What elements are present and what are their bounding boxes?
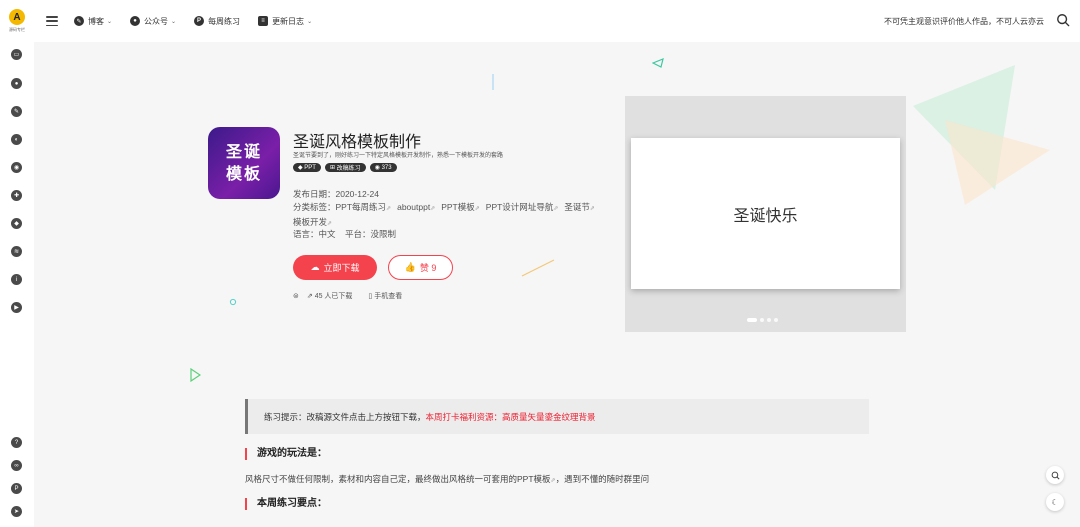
nav-label: 公众号 xyxy=(144,16,169,26)
triangle-decoration-icon xyxy=(190,368,201,382)
tag-link[interactable]: PPT设计网址导航⇗ xyxy=(486,202,559,212)
globe-icon[interactable]: ◐ xyxy=(11,134,22,145)
menu-toggle-icon[interactable] xyxy=(46,16,58,26)
platform: 平台：没限制 xyxy=(344,229,396,239)
section-text: 风格尺寸不做任何限制，素材和内容自己定，最终做出风格统一可套用的PPT模板⇗，遇… xyxy=(245,474,650,484)
search-float-button[interactable] xyxy=(1046,466,1064,484)
carousel-dot[interactable] xyxy=(767,318,771,322)
link-icon[interactable]: ∞ xyxy=(11,460,22,471)
section-title: 游戏的玩法是： xyxy=(245,448,327,460)
target-icon[interactable]: ◉ xyxy=(11,162,22,173)
send-icon[interactable]: ➤ xyxy=(11,506,22,517)
carousel-dot[interactable] xyxy=(774,318,778,322)
carousel-dot[interactable] xyxy=(747,318,757,322)
coin-icon: ⊜ xyxy=(293,293,299,300)
left-sidebar: ▭ ● ✎ ◐ ◉ ✚ ◆ ≋ i ▶ ? ∞ P ➤ xyxy=(0,42,34,527)
download-count: ⇗ 45 人已下载 xyxy=(306,293,353,300)
logo-mark-icon: A xyxy=(9,9,25,25)
tip-link[interactable]: 本周打卡福利资源：高质量矢量鎏金纹理背景 xyxy=(426,411,596,423)
search-icon xyxy=(1051,471,1060,480)
triangle-decoration-icon xyxy=(652,58,664,68)
pen-icon: ✎ xyxy=(74,16,84,26)
top-header: A 源码专栏 ✎ 博客 ⌄ ● 公众号 ⌄ P 每周练习 ≡ 更新日志 ⌄ 不可… xyxy=(0,0,1080,42)
site-logo[interactable]: A 源码专栏 xyxy=(0,0,34,42)
product-cover-image: 圣诞 模板 xyxy=(208,127,280,199)
info-icon[interactable]: i xyxy=(11,274,22,285)
download-button[interactable]: ☁ 立即下载 xyxy=(293,255,377,280)
like-button[interactable]: 👍 赞 9 xyxy=(388,255,453,280)
carousel-dots xyxy=(747,318,781,322)
language: 语言：中文 xyxy=(293,229,336,239)
line-decoration-icon xyxy=(521,259,555,277)
home-icon[interactable]: ▭ xyxy=(11,49,22,60)
cloud-download-icon: ☁ xyxy=(310,262,320,272)
tag-link[interactable]: 圣诞节⇗ xyxy=(564,202,595,212)
category-tags: 分类标签：PPT每周练习⇗ aboutppt⇗ PPT模板⇗ PPT设计网址导航⇗ 圣诞… xyxy=(293,202,595,227)
search-icon[interactable] xyxy=(1056,13,1070,27)
product-badges: ◆ PPT ⊞ 改稿练习 ◉ 373 xyxy=(293,163,401,172)
tag-link[interactable]: PPT模板⇗ xyxy=(441,202,480,212)
help-icon[interactable]: ? xyxy=(11,437,22,448)
moon-icon: ☾ xyxy=(1051,497,1059,507)
chevron-down-icon: ⌄ xyxy=(171,18,177,25)
badge-practice: ⊞ 改稿练习 xyxy=(324,163,366,172)
tag-link[interactable]: 模板开发⇗ xyxy=(293,217,332,227)
nav-item-blog[interactable]: ✎ 博客 ⌄ xyxy=(74,16,112,27)
shield-icon[interactable]: ◆ xyxy=(11,218,22,229)
product-description: 圣诞节要到了，刚好练习一下特定风格模板开发制作，熟悉一下模板开发的套路 xyxy=(293,153,504,159)
nav-item-weekly-practice[interactable]: P 每周练习 xyxy=(194,16,240,27)
page-title: 圣诞风格模板制作 xyxy=(293,134,422,151)
preview-slide: 圣诞快乐 xyxy=(631,138,900,289)
user-icon[interactable]: ● xyxy=(11,78,22,89)
log-icon: ≡ xyxy=(258,16,269,26)
triangle-decoration-icon xyxy=(913,65,1050,205)
cover-text: 圣诞 模板 xyxy=(225,142,262,183)
header-slogan: 不可凭主观意识评价他人作品，不可人云亦云 xyxy=(884,17,1044,26)
line-decoration-icon xyxy=(492,74,494,90)
dark-mode-toggle[interactable]: ☾ xyxy=(1046,493,1064,511)
tag-link[interactable]: PPT每周练习⇗ xyxy=(336,202,392,212)
logo-text: 源码专栏 xyxy=(9,27,25,32)
video-icon[interactable]: ▶ xyxy=(11,302,22,313)
language-platform: 语言：中文 平台：没限制 xyxy=(293,228,603,241)
preview-carousel[interactable]: 圣诞快乐 xyxy=(625,96,906,332)
section-title: 本周练习要点： xyxy=(245,498,327,510)
nav-item-changelog[interactable]: ≡ 更新日志 ⌄ xyxy=(258,16,312,27)
thumbs-up-icon: 👍 xyxy=(404,262,416,272)
tag-link[interactable]: aboutppt⇗ xyxy=(397,202,435,212)
nav-label: 博客 xyxy=(88,16,104,26)
chevron-down-icon: ⌄ xyxy=(307,18,313,25)
chevron-down-icon: ⌄ xyxy=(107,18,113,25)
layers-icon[interactable]: ≋ xyxy=(11,246,22,257)
main-nav: ✎ 博客 ⌄ ● 公众号 ⌄ P 每周练习 ≡ 更新日志 ⌄ xyxy=(74,16,330,27)
carousel-dot[interactable] xyxy=(760,318,764,322)
practice-tip: 练习提示：改稿源文件点击上方按钮下载， 本周打卡福利资源：高质量矢量鎏金纹理背景 xyxy=(245,399,869,434)
nav-label: 每周练习 xyxy=(208,16,241,26)
pen-icon[interactable]: ✎ xyxy=(11,106,22,117)
p-icon: P xyxy=(194,16,205,26)
nav-item-wechat[interactable]: ● 公众号 ⌄ xyxy=(130,16,176,27)
wrench-icon[interactable]: ✚ xyxy=(11,190,22,201)
publish-date: 发布日期：2020-12-24 xyxy=(293,189,379,199)
nav-label: 更新日志 xyxy=(272,16,305,26)
circle-decoration-icon xyxy=(229,298,237,306)
wechat-icon: ● xyxy=(130,16,141,26)
p-icon[interactable]: P xyxy=(11,483,22,494)
download-stats: ⊜ ⇗ 45 人已下载 ▯ 手机查看 xyxy=(293,291,418,301)
mobile-view-link[interactable]: ▯ 手机查看 xyxy=(368,291,410,301)
badge-views: ◉ 373 xyxy=(369,163,397,172)
badge-ppt: ◆ PPT xyxy=(293,163,321,172)
